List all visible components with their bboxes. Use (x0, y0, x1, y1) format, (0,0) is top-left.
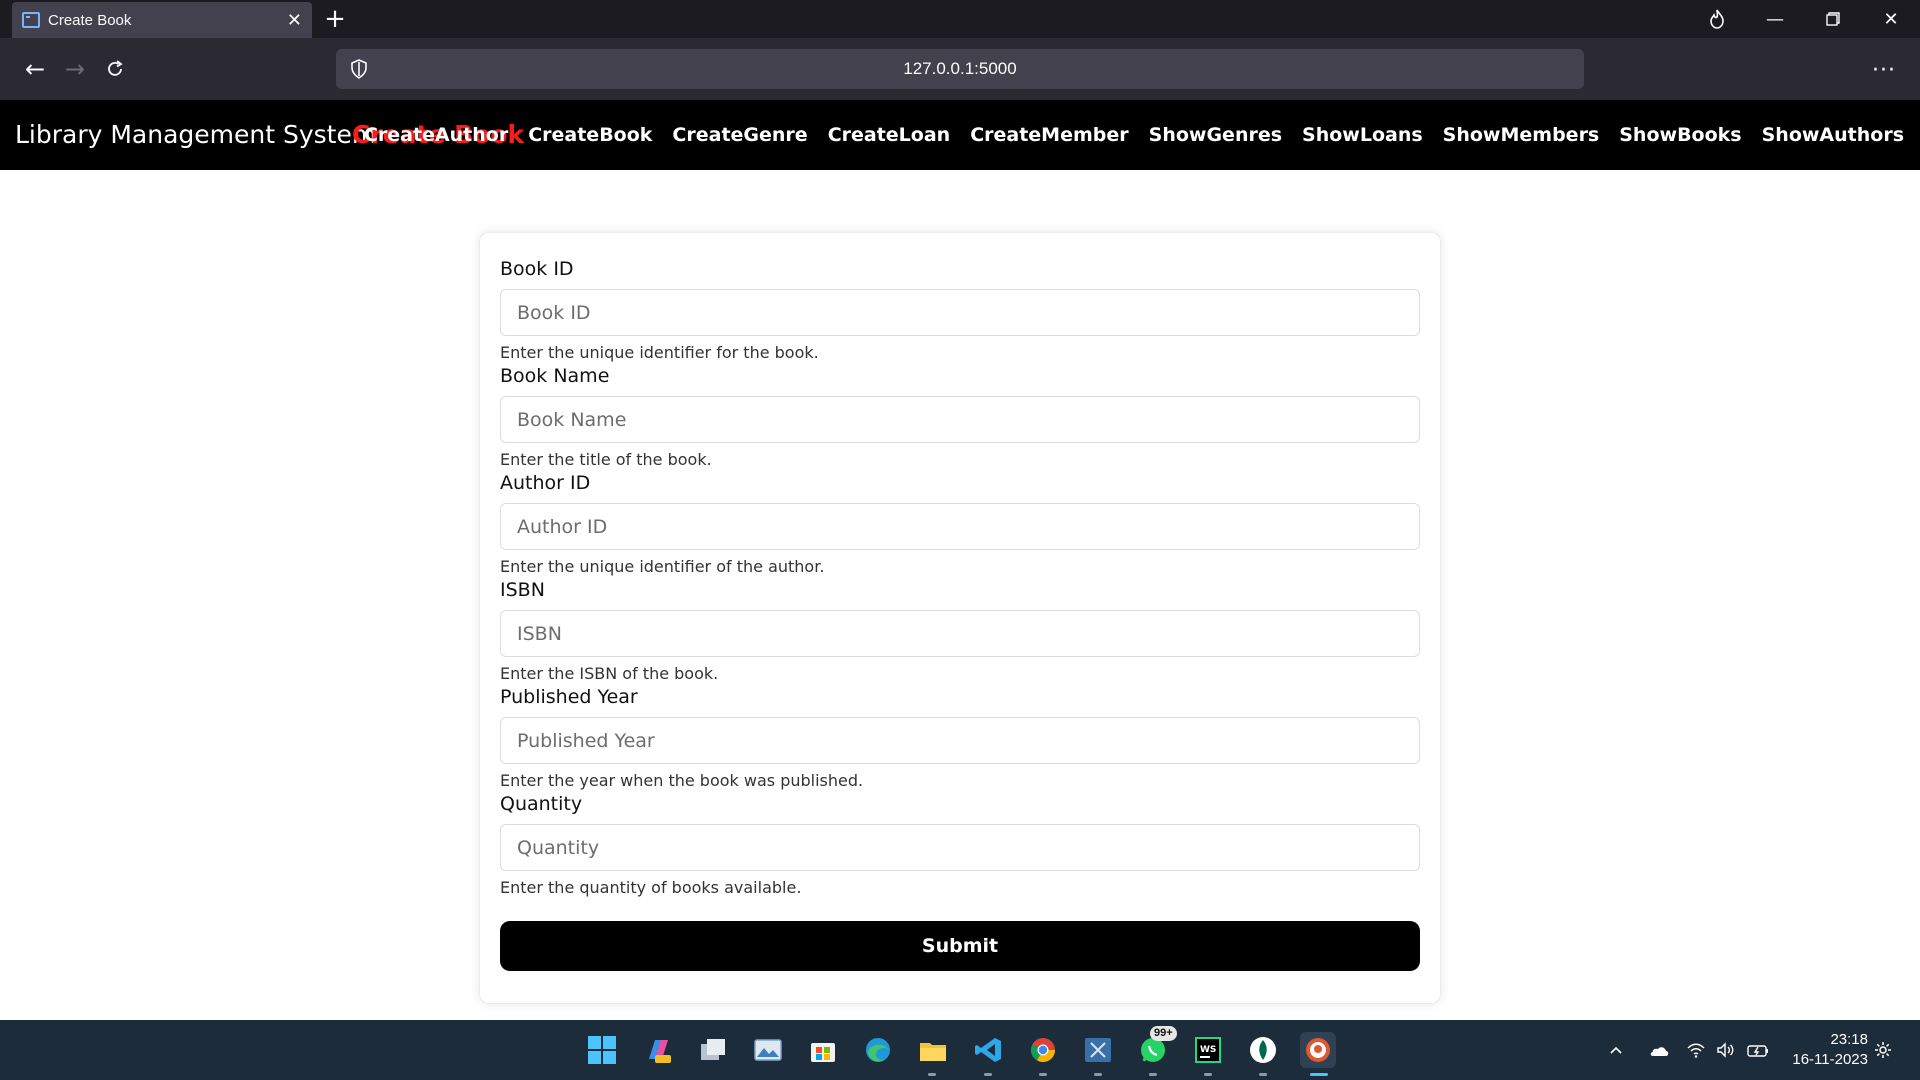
isbn-group: ISBN Enter the ISBN of the book. (500, 578, 1420, 685)
close-tab-icon[interactable]: ✕ (287, 10, 302, 31)
volume-icon[interactable] (1716, 1020, 1736, 1080)
file-explorer-icon[interactable] (915, 1032, 951, 1068)
vscode-icon[interactable] (970, 1032, 1006, 1068)
nav-link-show-loans[interactable]: ShowLoans (1302, 124, 1423, 146)
clock-date: 16-11-2023 (1792, 1051, 1868, 1068)
duckduckgo-icon[interactable] (1300, 1032, 1336, 1068)
published-year-group: Published Year Enter the year when the b… (500, 685, 1420, 792)
url-text: 127.0.0.1:5000 (903, 59, 1017, 78)
quantity-help: Enter the quantity of books available. (500, 878, 802, 897)
published-year-input[interactable] (500, 717, 1420, 764)
terminal-favicon-icon (22, 12, 40, 28)
create-book-form: Book ID Enter the unique identifier for … (500, 257, 1420, 899)
svg-text:WS: WS (1200, 1045, 1216, 1055)
address-bar[interactable]: 127.0.0.1:5000 (336, 49, 1584, 89)
author-id-input[interactable] (500, 503, 1420, 550)
back-arrow-icon[interactable]: ← (18, 52, 52, 86)
create-book-card: Book ID Enter the unique identifier for … (479, 232, 1441, 1004)
wifi-icon[interactable] (1686, 1020, 1706, 1080)
nav-link-show-books[interactable]: ShowBooks (1619, 124, 1741, 146)
chrome-icon[interactable] (1025, 1032, 1061, 1068)
webstorm-running-indicator (1204, 1073, 1212, 1076)
brand-title[interactable]: Library Management System (15, 100, 376, 170)
nav-link-create-member[interactable]: CreateMember (970, 124, 1128, 146)
nav-link-show-authors[interactable]: ShowAuthors (1762, 124, 1904, 146)
nav-link-show-members[interactable]: ShowMembers (1443, 124, 1600, 146)
nav-links: CreateAuthor CreateBook CreateGenre Crea… (364, 100, 1904, 170)
windows-start-icon[interactable] (584, 1032, 620, 1068)
photos-icon[interactable] (750, 1032, 786, 1068)
author-id-label: Author ID (500, 472, 591, 494)
microsoft-store-icon[interactable] (805, 1032, 841, 1068)
mongodb-compass-icon[interactable] (1245, 1032, 1281, 1068)
book-name-label: Book Name (500, 365, 610, 387)
isbn-help: Enter the ISBN of the book. (500, 664, 719, 683)
close-window-icon[interactable]: ✕ (1862, 0, 1920, 38)
clock-time: 23:18 (1830, 1031, 1868, 1048)
taskbar-clock[interactable]: 23:18 16-11-2023 (1792, 1030, 1868, 1070)
battery-charging-icon[interactable] (1746, 1020, 1770, 1080)
minimize-icon[interactable]: — (1746, 0, 1804, 38)
task-view-icon[interactable] (695, 1032, 731, 1068)
more-menu-icon[interactable]: ··· (1872, 58, 1896, 83)
quantity-group: Quantity Enter the quantity of books ava… (500, 792, 1420, 899)
whatsapp-running-indicator (1149, 1073, 1157, 1076)
whatsapp-badge: 99+ (1150, 1026, 1177, 1041)
published-year-help: Enter the year when the book was publish… (500, 771, 864, 790)
file-explorer-running-indicator (928, 1073, 936, 1076)
nav-link-create-genre[interactable]: CreateGenre (672, 124, 807, 146)
browser-tab-strip: Create Book ✕ + — ✕ (0, 0, 1920, 38)
isbn-label: ISBN (500, 579, 545, 601)
forward-arrow-icon[interactable]: → (58, 52, 92, 86)
book-id-input[interactable] (500, 289, 1420, 336)
copilot-preview-icon[interactable] (640, 1032, 676, 1068)
app-navbar: Library Management System Create Book Cr… (0, 100, 1920, 170)
vscode-running-indicator (984, 1073, 992, 1076)
new-tab-icon[interactable]: + (320, 4, 350, 34)
nav-link-create-loan[interactable]: CreateLoan (828, 124, 951, 146)
mongodb-running-indicator (1259, 1073, 1267, 1076)
published-year-label: Published Year (500, 686, 638, 708)
book-id-label: Book ID (500, 258, 574, 280)
browser-toolbar: ← → 127.0.0.1:5000 ··· (0, 38, 1920, 100)
duckduckgo-active-indicator (1310, 1073, 1328, 1076)
submit-button[interactable]: Submit (500, 921, 1420, 971)
book-id-help: Enter the unique identifier for the book… (500, 343, 819, 362)
book-name-input[interactable] (500, 396, 1420, 443)
book-name-group: Book Name Enter the title of the book. (500, 364, 1420, 471)
nav-link-create-book[interactable]: CreateBook (528, 124, 652, 146)
snipping-tool-running-indicator (1094, 1073, 1102, 1076)
restore-icon[interactable] (1804, 0, 1862, 38)
show-hidden-icons-chevron-icon[interactable] (1608, 1020, 1624, 1080)
nav-link-create-author[interactable]: CreateAuthor (364, 124, 508, 146)
browser-tab[interactable]: Create Book ✕ (12, 2, 312, 38)
quantity-label: Quantity (500, 793, 583, 815)
book-name-help: Enter the title of the book. (500, 450, 712, 469)
quantity-input[interactable] (500, 824, 1420, 871)
nav-link-show-genres[interactable]: ShowGenres (1149, 124, 1282, 146)
reload-icon[interactable] (98, 52, 132, 86)
edge-browser-icon[interactable] (860, 1032, 896, 1068)
author-id-help: Enter the unique identifier of the autho… (500, 557, 825, 576)
windows-taskbar: 99+ WS 23:18 16-11-2023 (0, 1020, 1920, 1080)
webstorm-icon[interactable]: WS (1190, 1032, 1226, 1068)
isbn-input[interactable] (500, 610, 1420, 657)
snipping-tool-icon[interactable] (1080, 1032, 1116, 1068)
book-id-group: Book ID Enter the unique identifier for … (500, 257, 1420, 364)
chrome-running-indicator (1039, 1073, 1047, 1076)
tab-title: Create Book (48, 11, 132, 29)
notification-settings-gear-icon[interactable] (1874, 1020, 1892, 1080)
onedrive-cloud-icon[interactable] (1648, 1020, 1670, 1080)
author-id-group: Author ID Enter the unique identifier of… (500, 471, 1420, 578)
firefox-view-flame-icon[interactable] (1688, 0, 1746, 38)
